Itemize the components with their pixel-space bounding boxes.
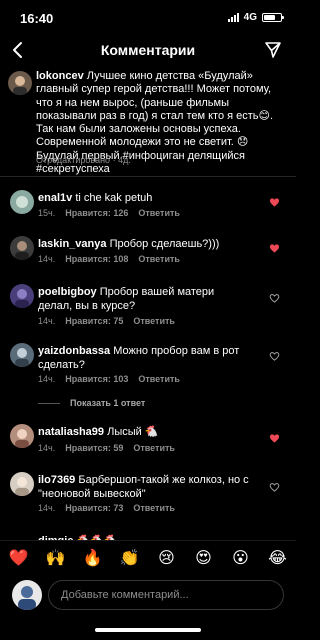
likes-count[interactable]: Нравится: 73 [65,503,123,513]
heart-outline-icon[interactable] [269,351,280,362]
avatar[interactable] [10,343,34,367]
crying-emoji[interactable]: 😢 [155,546,179,570]
comment-time: 14ч. [38,316,56,326]
comment-time: 15ч. [38,208,56,218]
comment-meta: 14ч. Нравится: 59 Ответить [38,443,175,453]
likes-count[interactable]: Нравится: 103 [65,374,128,384]
avatar[interactable] [10,472,34,496]
status-time: 16:40 [20,11,54,26]
heart-filled-icon[interactable] [269,433,280,444]
likes-count[interactable]: Нравится: 59 [65,443,123,453]
likes-count[interactable]: Нравится: 108 [65,254,128,264]
laughing-emoji[interactable]: 😂 [266,546,290,570]
likes-count[interactable]: Нравится: 126 [65,208,128,218]
comment-composer [0,576,296,616]
comment-body: Пробор сделаешь?))) [109,238,220,250]
view-replies-button[interactable]: Показать 1 ответ [38,398,145,408]
caption-username[interactable]: lokoncev [36,70,84,82]
comment-time: 14ч. [38,374,56,384]
emoji-reaction-bar: ❤️ 🙌 🔥 👏 😢 😍 😮 😂 [0,540,296,575]
comment-username[interactable]: poelbigboy [38,286,97,298]
comment-username[interactable]: enal1v [38,192,72,204]
avatar[interactable] [10,190,34,214]
post-caption: lokoncev Лучшее кино детства «Будулай» г… [0,70,296,177]
comment-meta: 14ч. Нравится: 73 Ответить [38,503,175,513]
reply-button[interactable]: Ответить [133,316,175,326]
reply-button[interactable]: Ответить [138,208,180,218]
heart-filled-icon[interactable] [269,197,280,208]
caption-meta: Отредактировано · 4д. [36,155,131,165]
divider [38,402,60,404]
comment-text: ilo7369 Барбершоп-такой же колкоз, но с … [38,473,250,501]
heart-eyes-emoji[interactable]: 😍 [192,546,216,570]
reply-button[interactable]: Ответить [133,443,175,453]
status-bar: 16:40 4G [0,0,296,34]
comment-text: laskin_vanya Пробор сделаешь?))) [38,237,250,251]
signal-icon [227,13,239,22]
surprised-emoji[interactable]: 😮 [229,546,253,570]
heart-outline-icon[interactable] [269,482,280,493]
avatar[interactable] [10,424,34,448]
heart-filled-icon[interactable] [269,243,280,254]
comment-username[interactable]: nataliasha99 [38,426,104,438]
battery-icon [262,13,284,22]
comment-meta: 14ч. Нравится: 103 Ответить [38,374,180,384]
comment-body: Лысый 🐔 [107,426,159,438]
direct-send-icon[interactable] [264,41,282,59]
comment-text: nataliasha99 Лысый 🐔 [38,425,250,439]
view-replies-label: Показать 1 ответ [70,398,146,408]
network-label: 4G [243,12,257,23]
comment-text: poelbigboy Пробор вашей матери делал, вы… [38,285,250,313]
status-indicators: 4G [227,12,284,23]
comment-meta: 15ч. Нравится: 126 Ответить [38,208,180,218]
raised-hands-emoji[interactable]: 🙌 [44,546,68,570]
home-indicator [95,628,201,632]
reply-button[interactable]: Ответить [133,503,175,513]
comment-meta: 14ч. Нравится: 108 Ответить [38,254,180,264]
comment-time: 14ч. [38,254,56,264]
edited-label: Отредактировано [36,155,111,165]
comment-username[interactable]: yaizdonbassa [38,345,110,357]
avatar[interactable] [10,284,34,308]
comment-username[interactable]: laskin_vanya [38,238,107,250]
heart-outline-icon[interactable] [269,293,280,304]
comment-text: enal1v ti che kak petuh [38,191,250,205]
header: Комментарии [0,34,296,66]
user-avatar[interactable] [12,580,42,610]
comment-input[interactable] [48,580,284,610]
avatar[interactable] [8,71,32,95]
page-title: Комментарии [100,42,196,58]
fire-emoji[interactable]: 🔥 [81,546,105,570]
comment-time: 14ч. [38,443,56,453]
comment-text: yaizdonbassa Можно пробор вам в рот сдел… [38,344,250,372]
clap-emoji[interactable]: 👏 [118,546,142,570]
comment-body: ti che kak petuh [75,192,153,204]
reply-button[interactable]: Ответить [138,254,180,264]
comment-meta: 14ч. Нравится: 75 Ответить [38,316,175,326]
reply-button[interactable]: Ответить [138,374,180,384]
caption-time: 4д. [118,155,131,165]
avatar[interactable] [10,236,34,260]
heart-emoji[interactable]: ❤️ [7,546,31,570]
likes-count[interactable]: Нравится: 75 [65,316,123,326]
comment-time: 14ч. [38,503,56,513]
comment-username[interactable]: ilo7369 [38,474,75,486]
